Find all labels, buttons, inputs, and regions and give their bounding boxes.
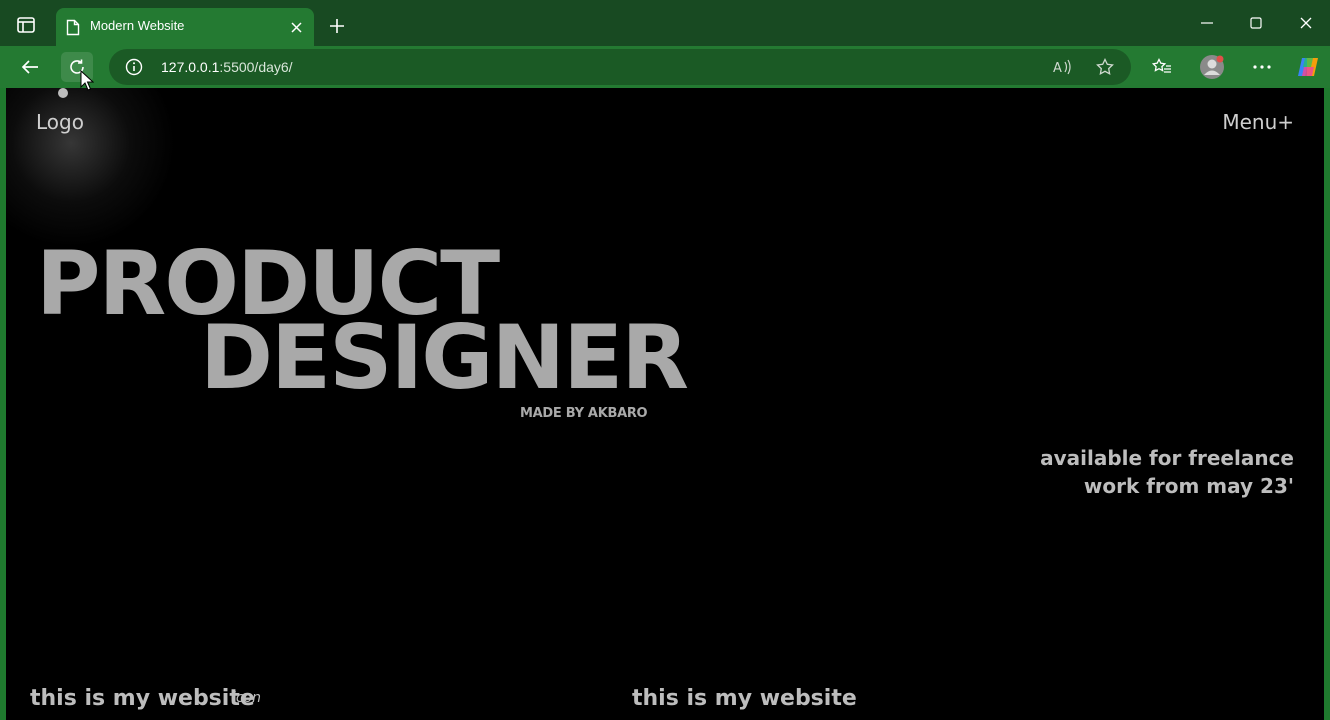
footer-text-middle: this is my website [632,686,857,711]
tab-title: Modern Website [90,18,185,33]
sidebar-toggle-icon[interactable] [14,14,38,36]
info-icon[interactable] [125,58,143,76]
url-text[interactable]: 127.0.0.1:5500/day6/ [161,59,293,75]
browser-tab[interactable]: Modern Website [56,8,314,46]
close-window-icon[interactable] [1291,10,1321,36]
url-path: :5500/day6/ [219,59,293,75]
made-by-credit: MADE BY AKBARO [520,406,648,421]
window-border-right [1324,88,1330,720]
back-arrow-icon[interactable] [14,52,46,82]
favorites-list-icon[interactable] [1146,52,1178,82]
browser-titlebar: Modern Website [0,0,1330,46]
avatar[interactable] [1196,52,1228,82]
window-border-left [0,88,6,720]
site-logo[interactable]: Logo [36,110,84,134]
footer-icon-label: icon [232,690,262,706]
star-icon[interactable] [1094,57,1116,77]
freelance-line-2: work from may 23' [1083,474,1294,498]
browser-toolbar: 127.0.0.1:5500/day6/ A [0,46,1330,88]
minimize-icon[interactable] [1192,10,1222,36]
heading-designer: DESIGNER [200,306,689,409]
svg-text:A: A [1053,61,1062,75]
page-viewport: Logo Menu+ PRODUCT DESIGNER MADE BY AKBA… [6,88,1324,720]
custom-cursor-dot [58,88,68,98]
mouse-pointer-icon [80,69,95,92]
url-host: 127.0.0.1 [161,59,220,75]
read-aloud-icon[interactable]: A [1051,57,1073,77]
cursor-glow [6,88,176,248]
close-icon[interactable] [286,17,306,37]
plus-icon[interactable] [324,13,350,39]
maximize-icon[interactable] [1241,10,1271,36]
footer-text-left: this is my website [30,686,255,711]
address-bar[interactable]: 127.0.0.1:5500/day6/ A [109,49,1131,85]
freelance-line-1: available for freelance [1040,446,1294,470]
freelance-availability: available for freelance work from may 23… [1040,444,1294,500]
page-icon [64,17,82,37]
copilot-icon[interactable] [1292,52,1324,82]
menu-button[interactable]: Menu+ [1222,110,1294,134]
more-icon[interactable] [1246,52,1278,82]
